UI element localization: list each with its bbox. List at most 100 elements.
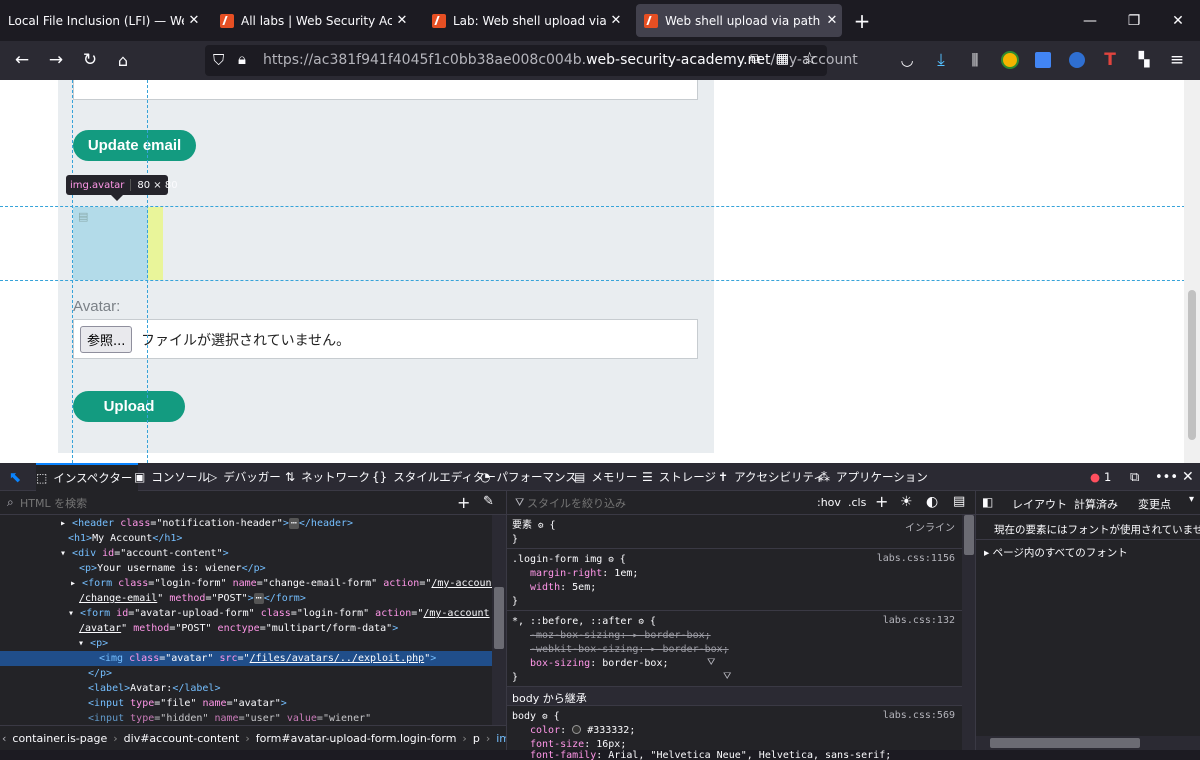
avatar-image-highlight[interactable]: ▤ xyxy=(73,207,148,280)
update-email-button[interactable]: Update email xyxy=(73,130,196,161)
breadcrumb-scroll-left-icon[interactable]: ‹ xyxy=(2,732,6,745)
markup-scroll-thumb[interactable] xyxy=(494,587,504,649)
tab-computed[interactable]: 計算済み xyxy=(1074,496,1118,512)
fonts-hscrollbar[interactable] xyxy=(976,736,1200,750)
error-count-badge[interactable]: ● 1 xyxy=(1090,463,1120,491)
element-picker-icon[interactable]: ⬉ xyxy=(2,463,28,491)
email-field[interactable] xyxy=(73,80,698,100)
markup-line-input-file[interactable]: <input type="file" name="avatar"> xyxy=(0,696,490,711)
minimize-icon[interactable]: — xyxy=(1068,0,1112,41)
dock-icon[interactable]: ⧉ xyxy=(1130,463,1139,491)
add-rule-icon[interactable]: + xyxy=(875,492,888,511)
cls-toggle[interactable]: .cls xyxy=(848,496,866,509)
devtools-tab[interactable]: ☰ ストレージ xyxy=(642,463,722,491)
back-arrow-icon[interactable]: ← xyxy=(8,46,36,74)
close-devtools-icon[interactable]: ✕ xyxy=(1182,463,1194,491)
pocket-icon[interactable]: ◡ xyxy=(893,46,921,74)
markup-line-form1[interactable]: ▸ <form class="login-form" name="change-… xyxy=(0,576,498,591)
devtools-tab[interactable]: ✝ アクセシビリティ xyxy=(718,463,831,491)
styles-filter-input[interactable] xyxy=(527,494,807,512)
markup-line-p-open[interactable]: ▾ <p> xyxy=(0,636,490,651)
rule-element[interactable]: 要素 ⚙ { xyxy=(512,519,960,533)
rules-scroll-thumb[interactable] xyxy=(964,515,974,555)
close-icon[interactable]: ✕ xyxy=(392,13,412,28)
devtools-tab[interactable]: ◔ パフォーマンス xyxy=(480,463,583,491)
lock-icon[interactable]: 🔒︎ xyxy=(238,50,246,68)
close-icon[interactable]: ✕ xyxy=(606,13,626,28)
decl-webkit-box-sizing[interactable]: -webkit-box-sizing: ▸ border-box; xyxy=(512,643,960,657)
close-icon[interactable]: ✕ xyxy=(184,13,204,28)
avatar-file-input[interactable]: 参照... ファイルが選択されていません。 xyxy=(73,319,698,359)
tab-lfi[interactable]: Local File Inclusion (LFI) — Web App ✕ xyxy=(8,0,204,41)
page-scroll-thumb[interactable] xyxy=(1188,290,1196,440)
markup-line-label[interactable]: <label>Avatar:</label> xyxy=(0,681,490,696)
markup-line-form2[interactable]: ▾ <form id="avatar-upload-form" class="l… xyxy=(0,606,490,621)
print-media-icon[interactable]: ▤ xyxy=(953,494,965,509)
rule-source-link[interactable]: labs.css:569 xyxy=(883,710,955,721)
bookmark-star-icon[interactable]: ☆ xyxy=(802,49,817,69)
html-search-input[interactable] xyxy=(20,494,440,512)
menu-hamburger-icon[interactable]: ≡ xyxy=(1163,46,1191,74)
decl-width[interactable]: width: 5em; xyxy=(512,581,960,595)
decl-box-sizing[interactable]: box-sizing: border-box; xyxy=(512,657,960,671)
breadcrumb-item[interactable]: form#avatar-upload-form.login-form xyxy=(256,732,457,745)
download-icon[interactable]: ⤓ xyxy=(927,46,955,74)
extension-t-icon[interactable]: T xyxy=(1096,46,1124,74)
page-scrollbar[interactable] xyxy=(1184,80,1200,463)
forward-arrow-icon[interactable]: → xyxy=(42,46,70,74)
breadcrumb-item-selected[interactable]: img.avatar xyxy=(496,732,506,745)
extension-translate-icon[interactable] xyxy=(1029,46,1057,74)
markup-line-p-close[interactable]: </p> xyxy=(0,666,490,681)
extensions-icon[interactable]: ▚ xyxy=(1130,46,1158,74)
tab-changes[interactable]: 変更点 xyxy=(1138,496,1171,512)
restore-icon[interactable]: ❐ xyxy=(1112,0,1156,41)
window-close-icon[interactable]: ✕ xyxy=(1156,0,1200,41)
rule-source-link[interactable]: labs.css:1156 xyxy=(877,553,955,564)
home-icon[interactable]: ⌂ xyxy=(109,46,137,74)
tab-lab[interactable]: Lab: Web shell upload via path t ✕ xyxy=(432,0,626,41)
translate-icon[interactable]: ⧉ xyxy=(750,51,760,67)
qr-code-icon[interactable]: ▦ xyxy=(776,51,789,67)
devtools-tab[interactable]: ⬚ インスペクター xyxy=(36,463,139,491)
dark-theme-icon[interactable]: ◐ xyxy=(926,494,938,510)
devtools-tab[interactable]: ⇅ ネットワーク xyxy=(285,463,376,491)
library-icon[interactable]: ⫼ xyxy=(961,46,989,74)
tab-layout[interactable]: レイアウト xyxy=(1012,496,1067,512)
decl-color[interactable]: color: #333332; xyxy=(512,724,960,738)
color-swatch-icon[interactable] xyxy=(572,725,582,734)
breadcrumb-item[interactable]: div#account-content xyxy=(124,732,240,745)
markup-line-form2-cont[interactable]: /avatar" method="POST" enctype="multipar… xyxy=(0,621,490,636)
tab-active[interactable]: Web shell upload via path trave ✕ xyxy=(636,4,842,37)
tab-all-labs[interactable]: All labs | Web Security Academy ✕ xyxy=(220,0,412,41)
decl-font-family[interactable]: font-family: Arial, "Helvetica Neue", He… xyxy=(512,750,960,760)
rule-source-link[interactable]: labs.css:132 xyxy=(883,615,955,626)
markup-line-h1[interactable]: <h1>My Account</h1> xyxy=(0,531,490,546)
chevron-down-icon[interactable]: ▾ xyxy=(1189,494,1194,505)
rules-scrollbar[interactable] xyxy=(962,515,976,750)
decl-moz-box-sizing[interactable]: -moz-box-sizing: ▸ border-box; xyxy=(512,629,960,643)
fonts-hscroll-thumb[interactable] xyxy=(990,738,1140,748)
close-icon[interactable]: ✕ xyxy=(822,13,842,28)
new-tab-plus-icon[interactable]: + xyxy=(840,0,884,41)
breadcrumb-item[interactable]: p xyxy=(473,732,480,745)
devtools-tab[interactable]: ▤ メモリー xyxy=(574,463,643,491)
reload-icon[interactable]: ↻ xyxy=(76,46,104,74)
markup-scrollbar[interactable] xyxy=(492,515,506,725)
light-theme-icon[interactable]: ☀ xyxy=(900,494,913,510)
sidebar-toggle-icon[interactable]: ◧ xyxy=(982,495,993,509)
upload-button[interactable]: Upload xyxy=(73,391,185,422)
all-fonts-toggle[interactable]: ▸ ページ内のすべてのフォント xyxy=(984,545,1128,560)
extension-local-icon[interactable] xyxy=(996,46,1024,74)
hov-toggle[interactable]: :hov xyxy=(817,496,841,509)
browse-button[interactable]: 参照... xyxy=(80,326,133,353)
markup-line-img-selected[interactable]: <img class="avatar" src="/files/avatars/… xyxy=(0,651,492,666)
more-options-icon[interactable]: ••• xyxy=(1155,463,1178,491)
url-bar[interactable]: ⛉ 🔒︎ https://ac381f941f4045f1c0bb38ae008… xyxy=(205,45,858,76)
markup-line-form1-cont[interactable]: /change-email" method="POST"> ⋯ </form> xyxy=(0,591,490,606)
markup-line-p[interactable]: <p>Your username is: wiener</p> xyxy=(0,561,490,576)
devtools-tab[interactable]: ⁂ アプリケーション xyxy=(818,463,934,491)
extension-translate2-icon[interactable] xyxy=(1063,46,1091,74)
devtools-tab[interactable]: ▷ デバッガー xyxy=(208,463,287,491)
decl-margin-right[interactable]: margin-right: 1em; xyxy=(512,567,960,581)
markup-line-header[interactable]: ▸ <header class="notification-header"> ⋯ <… xyxy=(0,516,490,531)
